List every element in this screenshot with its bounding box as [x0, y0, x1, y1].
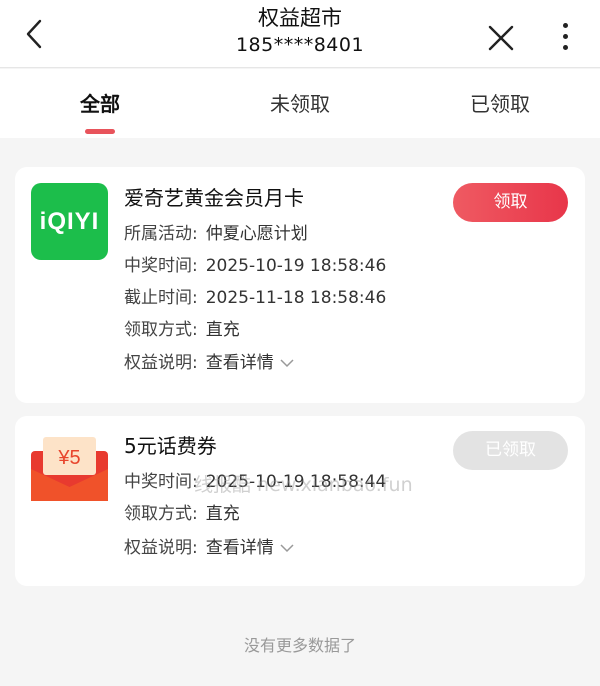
view-details-label: 查看详情	[205, 353, 274, 373]
field-label: 截止时间:	[124, 288, 198, 308]
field-row: 中奖时间: 2025-10-19 18:58:44	[124, 470, 386, 494]
item-name: 5元话费券	[124, 434, 217, 458]
claim-button[interactable]: 领取	[453, 183, 568, 222]
field-label: 权益说明:	[124, 353, 198, 373]
field-value: 直充	[205, 504, 240, 524]
chevron-down-icon	[280, 358, 294, 367]
field-row: 领取方式: 直充	[124, 502, 240, 526]
title-block: 权益超市 185****8401	[150, 4, 450, 58]
field-row: 所属活动: 仲夏心愿计划	[124, 222, 308, 246]
field-value: 仲夏心愿计划	[205, 224, 308, 244]
field-label: 领取方式:	[124, 320, 198, 340]
more-dot-icon	[562, 22, 568, 28]
nav-bar: 权益超市 185****8401	[0, 0, 600, 68]
more-dot-icon	[562, 44, 568, 50]
view-details-label: 查看详情	[205, 538, 274, 558]
tab-bar: 全部 未领取 已领取	[0, 69, 600, 138]
field-row: 中奖时间: 2025-10-19 18:58:46	[124, 254, 386, 278]
field-value: 2025-10-19 18:58:44	[205, 472, 387, 492]
field-value: 2025-11-18 18:58:46	[205, 288, 387, 308]
field-row: 权益说明: 查看详情	[124, 536, 294, 560]
claimed-button: 已领取	[453, 431, 568, 470]
more-options-button[interactable]	[548, 16, 582, 56]
red-envelope-icon: ¥5	[31, 437, 108, 501]
close-icon	[488, 25, 514, 51]
field-value: 直充	[205, 320, 240, 340]
field-label: 权益说明:	[124, 538, 198, 558]
no-more-data-text: 没有更多数据了	[243, 636, 356, 655]
close-button[interactable]	[481, 18, 521, 58]
page-title: 权益超市	[258, 6, 342, 30]
field-row: 截止时间: 2025-11-18 18:58:46	[124, 286, 386, 310]
field-label: 所属活动:	[124, 224, 198, 244]
field-row: 权益说明: 查看详情	[124, 351, 294, 375]
envelope-amount: ¥5	[57, 447, 80, 469]
field-row: 领取方式: 直充	[124, 318, 240, 342]
chevron-down-icon	[280, 543, 294, 552]
benefit-card: ¥5 5元话费券 中奖时间: 2025-10-19 18:58:44 领取方式: 直…	[15, 416, 585, 586]
field-label: 中奖时间:	[124, 256, 198, 276]
back-button[interactable]	[14, 14, 54, 54]
item-name: 爱奇艺黄金会员月卡	[124, 186, 304, 210]
logo-text: iQIYI	[39, 207, 100, 235]
tab-claimed[interactable]: 已领取	[400, 89, 600, 119]
tab-unclaimed[interactable]: 未领取	[200, 89, 400, 119]
benefit-card: iQIYI 爱奇艺黄金会员月卡 所属活动: 仲夏心愿计划 中奖时间: 2025-10…	[15, 167, 585, 403]
active-tab-indicator	[85, 129, 115, 134]
chevron-left-icon	[26, 19, 42, 49]
field-label: 中奖时间:	[124, 472, 198, 492]
field-label: 领取方式:	[124, 504, 198, 524]
more-dot-icon	[562, 33, 568, 39]
phone-number: 185****8401	[235, 34, 365, 56]
iqiyi-logo: iQIYI	[31, 183, 108, 260]
view-details-link[interactable]: 查看详情	[206, 536, 294, 560]
tab-all[interactable]: 全部	[0, 89, 200, 119]
view-details-link[interactable]: 查看详情	[206, 351, 294, 375]
field-value: 2025-10-19 18:58:46	[205, 256, 387, 276]
